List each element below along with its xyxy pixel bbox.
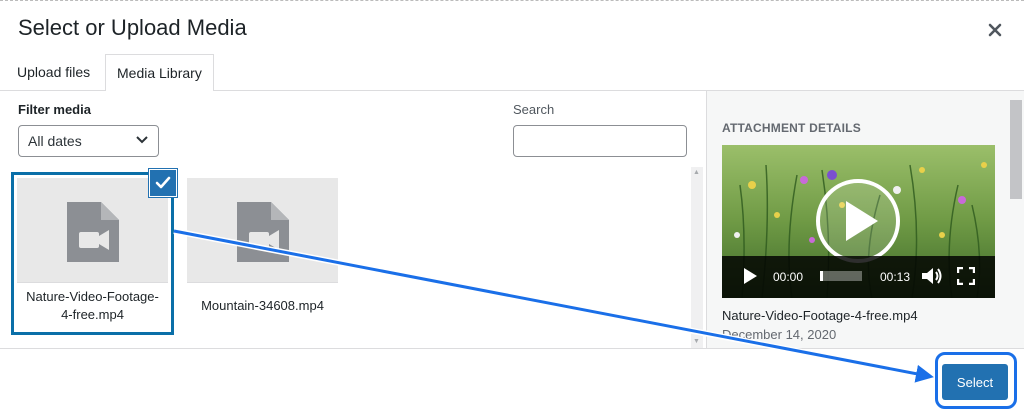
- tab-media-library[interactable]: Media Library: [105, 54, 214, 92]
- search-label: Search: [513, 102, 555, 117]
- media-item[interactable]: Mountain-34608.mp4: [187, 178, 338, 329]
- attachment-filename: Nature-Video-Footage-4-free.mp4: [722, 308, 918, 323]
- video-file-icon: [67, 202, 119, 262]
- attachment-date: December 14, 2020: [722, 327, 837, 342]
- tab-upload-files[interactable]: Upload files: [6, 54, 101, 91]
- progress-bar[interactable]: [820, 271, 862, 281]
- close-icon[interactable]: [981, 16, 1009, 44]
- attachment-details-heading: ATTACHMENT DETAILS: [722, 121, 861, 135]
- thumbnail-preview: [187, 178, 338, 282]
- progress-bar-fill: [820, 271, 823, 281]
- modal-title: Select or Upload Media: [18, 15, 247, 40]
- video-file-icon: [237, 202, 289, 262]
- duration: 00:13: [880, 270, 911, 284]
- media-modal: Select or Upload Media Upload files Medi…: [0, 0, 1024, 413]
- filter-media-label: Filter media: [18, 102, 91, 117]
- sidebar-scrollbar[interactable]: [1010, 100, 1022, 199]
- selected-check-icon[interactable]: [150, 170, 176, 196]
- scroll-down-icon[interactable]: ▼: [693, 338, 700, 345]
- tab-bar: Upload files Media Library: [0, 54, 1024, 92]
- play-icon[interactable]: [742, 267, 758, 285]
- volume-icon[interactable]: [921, 266, 943, 286]
- fullscreen-icon[interactable]: [957, 267, 975, 285]
- current-time: 00:00: [773, 270, 804, 284]
- grid-scrollbar[interactable]: [691, 167, 703, 348]
- date-filter-select[interactable]: All dates: [18, 125, 159, 157]
- date-filter-value: All dates: [28, 133, 82, 149]
- media-item-filename: Nature-Video-Footage-4-free.mp4: [17, 282, 168, 329]
- media-toolbar: [0, 348, 1024, 413]
- select-button-highlight: [935, 352, 1017, 409]
- top-divider: [0, 0, 1024, 2]
- thumbnail-preview: [17, 178, 168, 282]
- chevron-down-icon: [136, 136, 148, 144]
- media-item-filename: Mountain-34608.mp4: [187, 282, 338, 329]
- search-input[interactable]: [513, 125, 687, 157]
- media-item[interactable]: Nature-Video-Footage-4-free.mp4: [17, 178, 168, 329]
- scroll-up-icon[interactable]: ▲: [693, 169, 700, 176]
